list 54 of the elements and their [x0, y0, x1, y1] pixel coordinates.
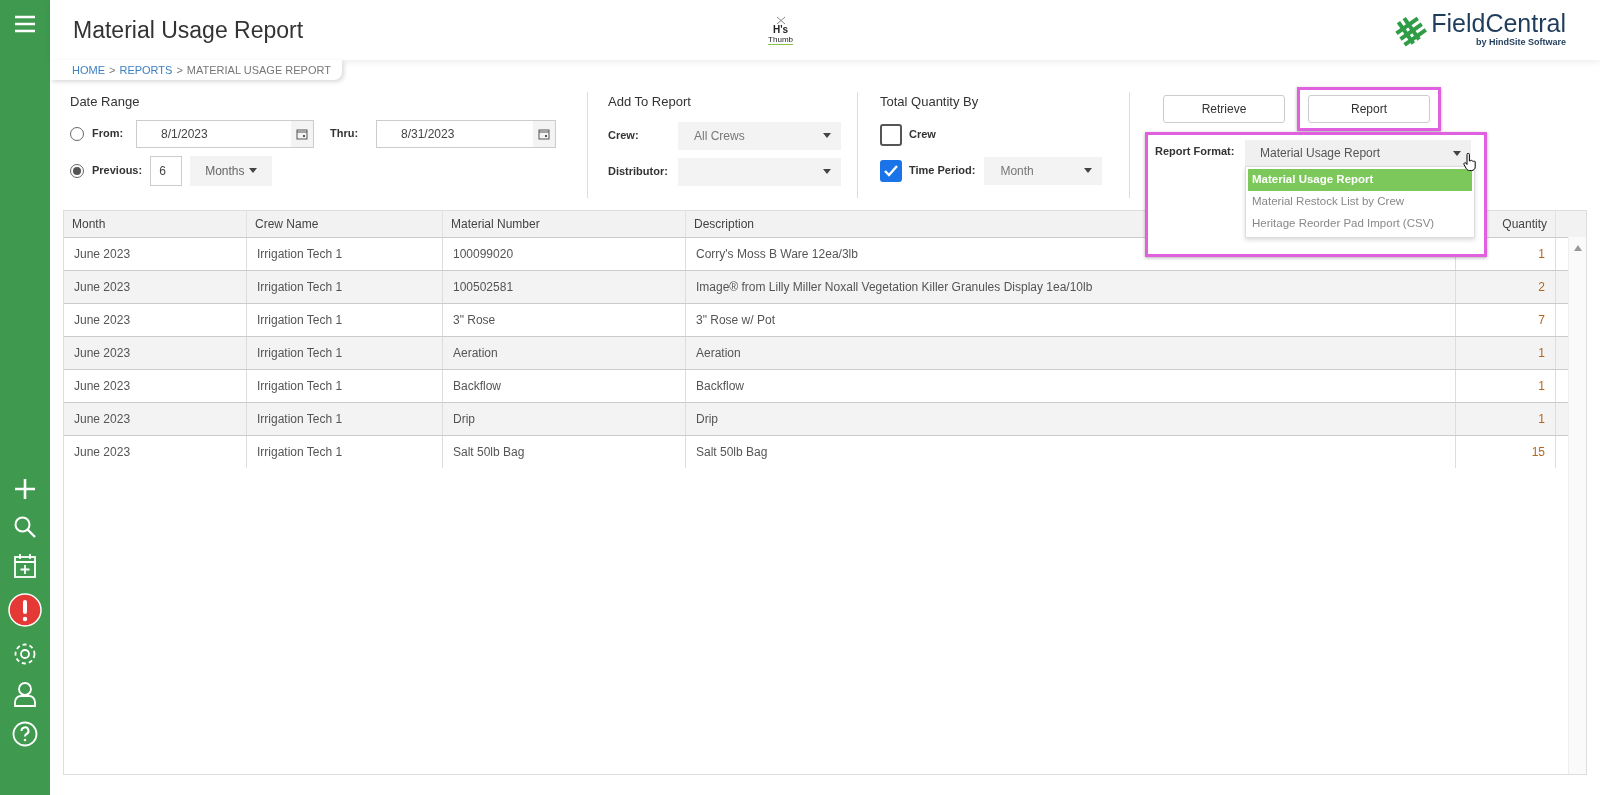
field-label: Crew: [608, 128, 640, 144]
table-cell: Salt 50lb Bag [443, 436, 686, 468]
dropdown[interactable]: Month [984, 156, 1103, 185]
calendar-add-icon[interactable] [13, 553, 37, 579]
company-logo: H's Thumb [768, 15, 793, 45]
date-field[interactable]: 8/1/2023 [136, 119, 314, 148]
breadcrumb-current: MATERIAL USAGE REPORT [186, 62, 331, 78]
checkbox-label: Time Period: [909, 163, 976, 179]
menu-icon[interactable] [13, 14, 37, 34]
field-label: Distributor: [608, 164, 669, 180]
caret-icon [249, 168, 258, 173]
add-icon[interactable] [13, 477, 37, 501]
checkbox-label: Crew [909, 127, 936, 143]
field-label: From: [92, 126, 125, 142]
search-icon[interactable] [13, 515, 37, 539]
unit-dropdown[interactable]: Months [190, 155, 273, 186]
table-cell: June 2023 [64, 436, 247, 468]
dropdown[interactable]: All Crews [678, 121, 841, 150]
caret-icon [1453, 150, 1461, 156]
field-label: Report Format: [1155, 144, 1235, 159]
action-button[interactable]: Report [1308, 95, 1430, 123]
breadcrumb-separator: > [176, 62, 183, 78]
check-icon [883, 163, 899, 178]
gear-icon[interactable] [12, 641, 38, 667]
field-label: Previous: [92, 163, 143, 179]
calendar-icon[interactable] [296, 127, 308, 140]
breadcrumb-link[interactable]: HOME [72, 61, 105, 79]
caret-icon [823, 133, 831, 138]
checkbox[interactable] [880, 159, 902, 182]
calendar-icon[interactable] [538, 127, 550, 140]
field-label: Thru: [330, 126, 360, 142]
caret-icon [823, 169, 831, 174]
section-title: Date Range [70, 93, 141, 111]
table-cell: 15 [1456, 436, 1556, 468]
section-title: Total Quantity By [880, 93, 980, 111]
date-field[interactable]: 8/31/2023 [376, 119, 556, 148]
table-cell: Salt 50lb Bag [686, 436, 1456, 468]
brand-logo: FieldCentral by HindSite Software [1393, 10, 1566, 50]
format-dropdown[interactable]: Material Usage Report [1245, 140, 1471, 166]
page-title: Material Usage Report [73, 15, 304, 45]
number-field[interactable]: 6 [150, 155, 183, 186]
table-cell: Irrigation Tech 1 [247, 436, 443, 468]
user-icon[interactable] [13, 681, 37, 707]
help-icon[interactable] [12, 721, 38, 747]
menu-option[interactable]: Material Restock List by Crew [1248, 191, 1472, 213]
alert-icon[interactable] [8, 593, 42, 627]
caret-icon [1084, 168, 1093, 173]
checkbox[interactable] [880, 123, 902, 146]
breadcrumb-link[interactable]: REPORTS [119, 61, 173, 79]
section-title: Add To Report [608, 93, 692, 111]
action-button[interactable]: Retrieve [1163, 95, 1285, 123]
scrollbar[interactable] [1568, 237, 1586, 774]
scroll-up-icon[interactable] [1573, 245, 1582, 251]
breadcrumb-separator: > [109, 62, 116, 78]
